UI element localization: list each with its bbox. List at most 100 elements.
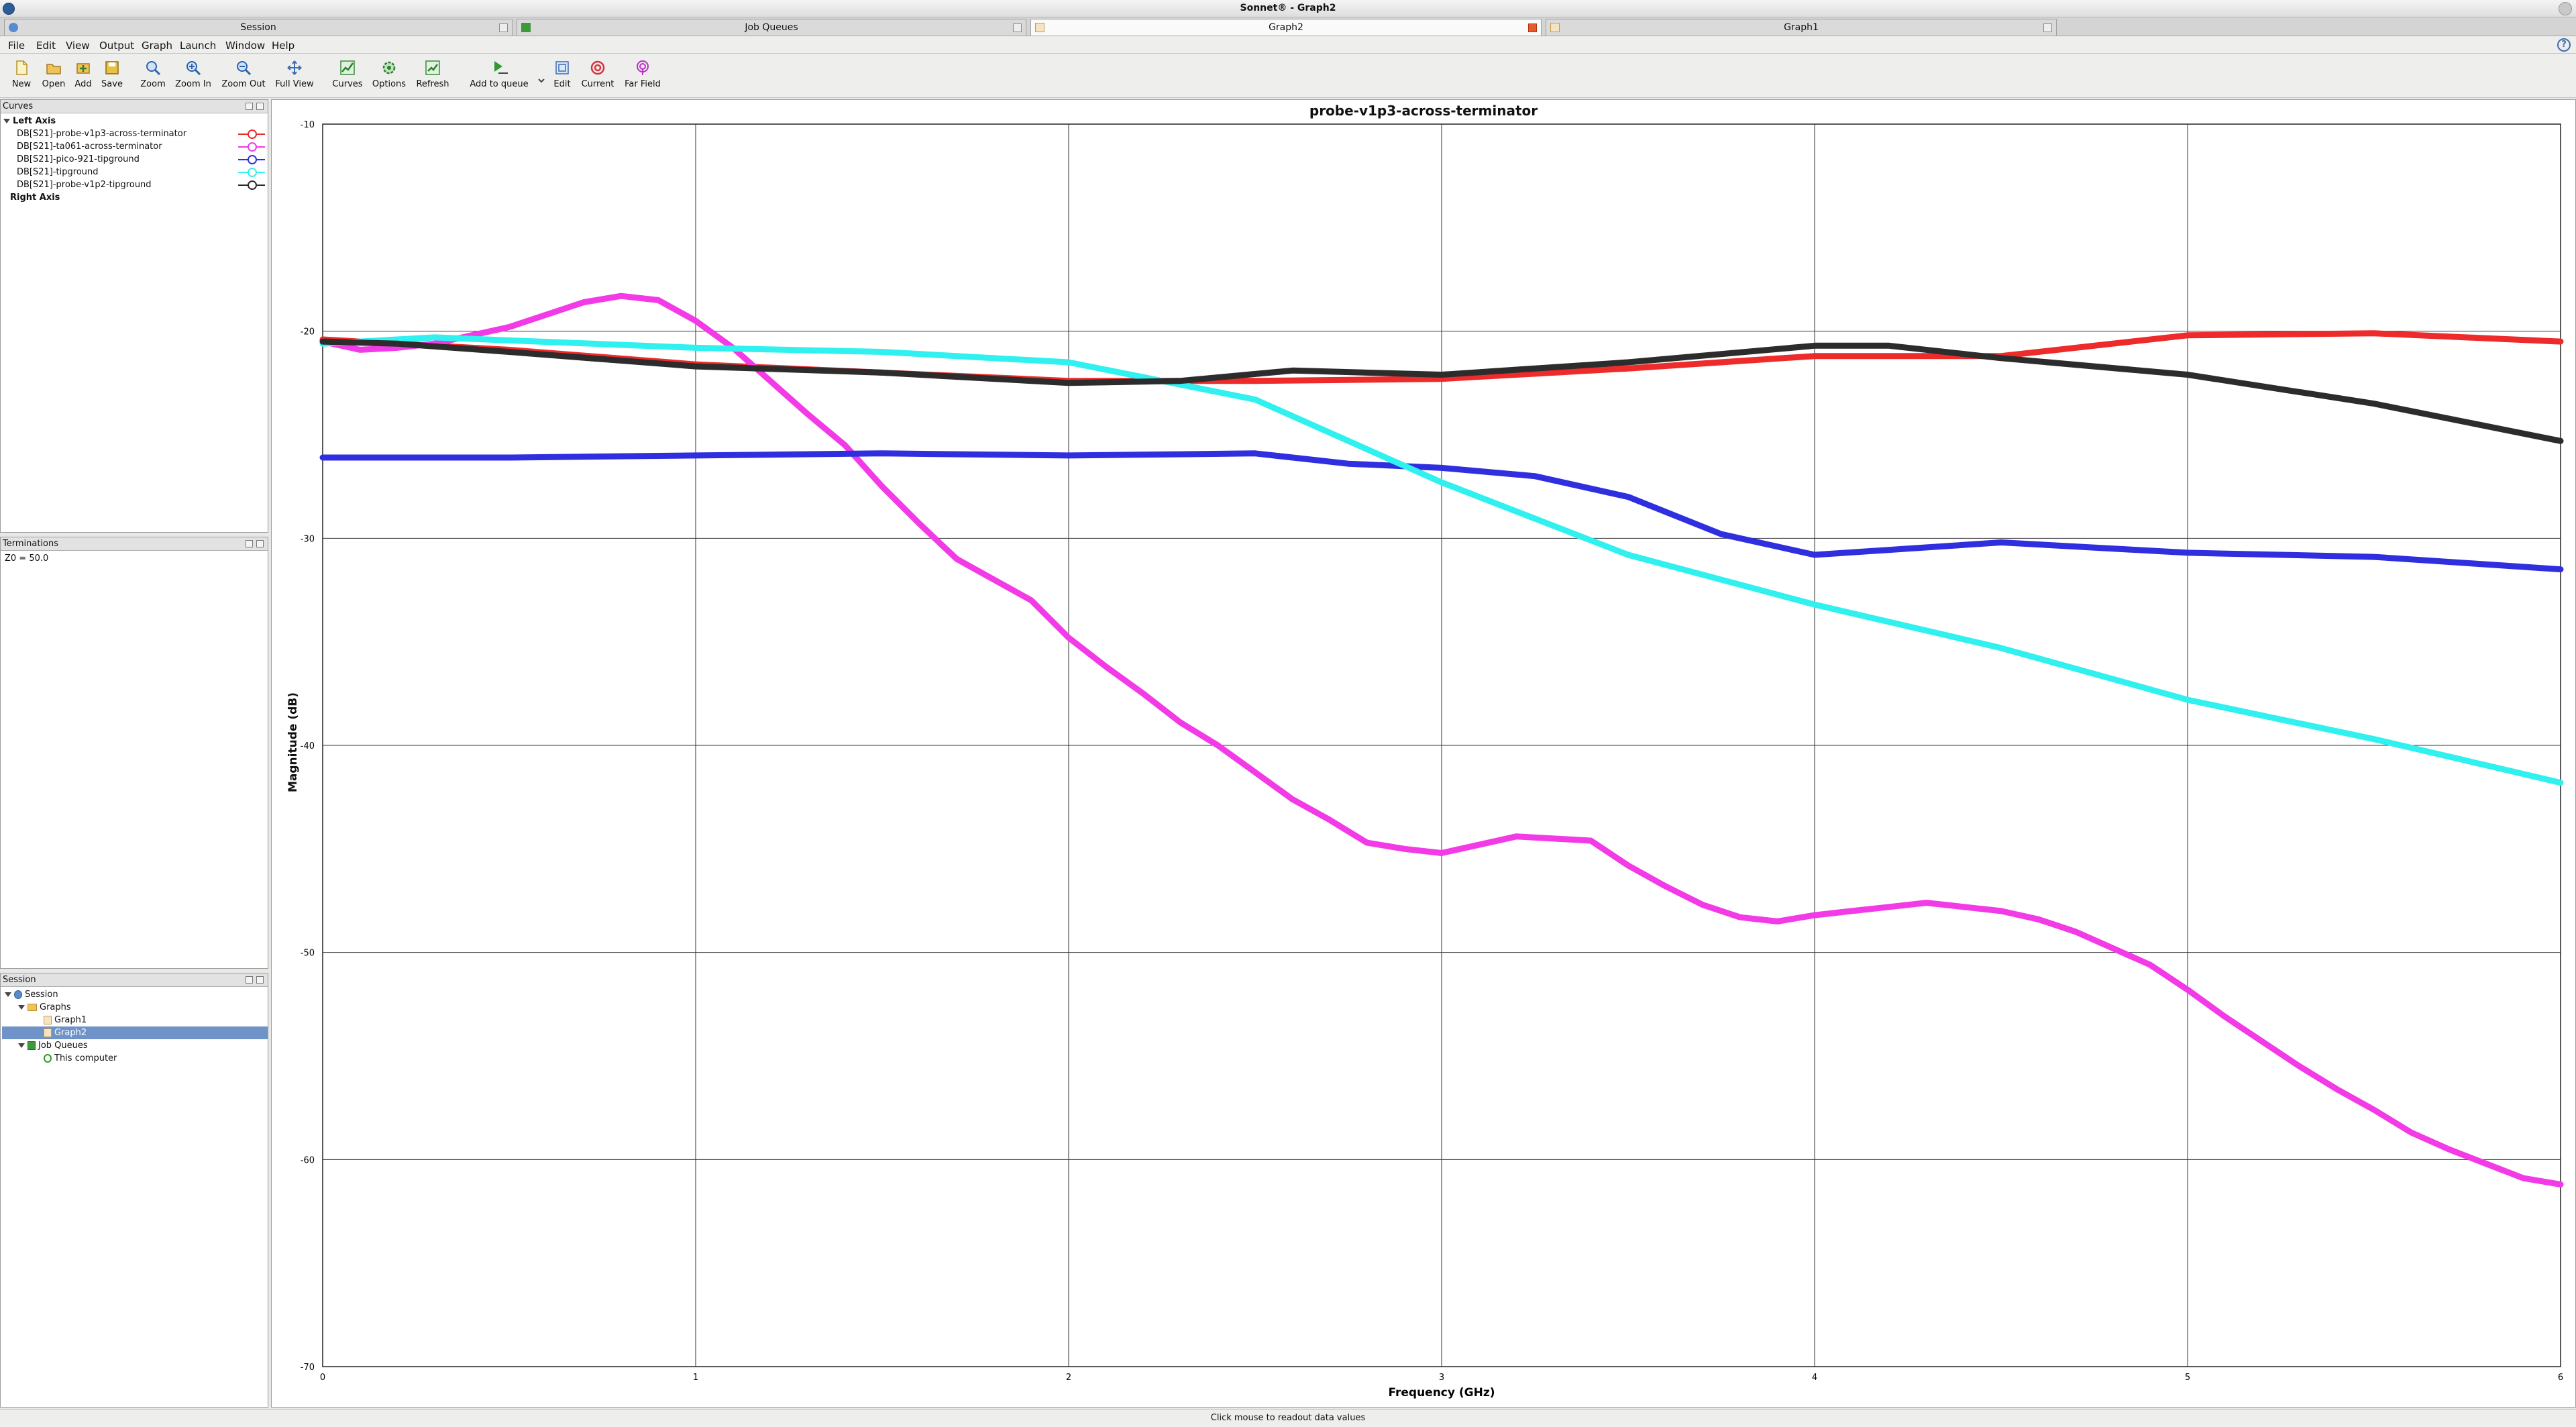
panel-close-icon[interactable] <box>256 540 264 547</box>
menu-launch[interactable]: Launch <box>180 40 216 52</box>
curve-item[interactable]: DB[S21]-probe-v1p2-tipground <box>17 178 265 191</box>
graph-doc-icon <box>1035 23 1044 32</box>
tree-node-graph2[interactable]: Graph2 <box>2 1026 268 1039</box>
tree-node-graph1[interactable]: Graph1 <box>44 1014 87 1026</box>
open-folder-icon <box>46 64 61 74</box>
tab-graph1[interactable]: Graph1 <box>1546 19 2057 36</box>
save-icon <box>105 61 119 74</box>
right-axis-node[interactable]: Right Axis <box>10 191 60 204</box>
terminations-panel-title: Terminations <box>3 539 59 549</box>
expand-icon[interactable] <box>18 1043 25 1048</box>
plot-area[interactable]: -10-20-30-40-50-60-70 0123456 Frequency … <box>272 100 2576 1408</box>
termination-value: Z0 = 50.0 <box>5 553 49 564</box>
zoom-in-icon <box>186 61 201 76</box>
panel-close-icon[interactable] <box>256 976 264 984</box>
session-node-label: Session <box>25 990 58 1000</box>
edit-button[interactable]: Edit <box>549 59 576 97</box>
menu-output[interactable]: Output <box>99 40 134 52</box>
panel-float-icon[interactable] <box>246 976 253 984</box>
curve-item[interactable]: DB[S21]-pico-921-tipground <box>17 153 265 166</box>
close-icon[interactable] <box>499 23 508 32</box>
current-button[interactable]: Current <box>578 59 617 97</box>
x-tick-label: 1 <box>693 1373 698 1383</box>
tab-graph2[interactable]: Graph2 <box>1030 19 1542 36</box>
add-label: Add <box>74 79 92 89</box>
add-to-queue-dropdown[interactable] <box>535 59 547 97</box>
session-panel: Session Session Graphs Graph1 Graph2 Job… <box>0 973 268 1408</box>
expand-icon[interactable] <box>18 1005 25 1010</box>
x-tick-label: 5 <box>2185 1373 2190 1383</box>
menu-help[interactable]: Help <box>272 40 294 52</box>
tab-job-queues[interactable]: Job Queues <box>517 19 1026 36</box>
terminations-body: Z0 = 50.0 <box>1 551 268 968</box>
help-icon[interactable]: ? <box>2557 38 2571 52</box>
window-control-button[interactable] <box>2559 2 2572 15</box>
panel-close-icon[interactable] <box>256 103 264 110</box>
curves-tree: Left Axis DB[S21]-probe-v1p3-across-term… <box>1 113 268 532</box>
chevron-down-icon <box>538 78 545 83</box>
sonnet-window: Sonnet® - Graph2 Session Job Queues Grap… <box>0 0 2576 1427</box>
graph-panel[interactable]: probe-v1p3-across-terminator -10 -20 -30 -4… <box>271 99 2576 1408</box>
curve-item[interactable]: DB[S21]-tipground <box>17 166 265 178</box>
curves-label: Curves <box>332 79 363 89</box>
graph1-node-label: Graph1 <box>54 1015 87 1025</box>
add-to-queue-button[interactable]: Add to queue <box>467 59 531 97</box>
new-label: New <box>11 79 32 89</box>
menu-window[interactable]: Window <box>225 40 265 52</box>
expand-icon[interactable] <box>3 119 10 123</box>
tab-label: Graph2 <box>1269 22 1303 33</box>
title-bar: Sonnet® - Graph2 <box>0 0 2576 17</box>
zoom-in-button[interactable]: Zoom In <box>173 59 213 97</box>
new-button[interactable]: New <box>8 59 35 97</box>
tab-session[interactable]: Session <box>4 19 513 36</box>
window-title: Sonnet® - Graph2 <box>1240 3 1336 13</box>
tab-label: Job Queues <box>745 22 798 33</box>
panel-float-icon[interactable] <box>246 103 253 110</box>
zoom-out-button[interactable]: Zoom Out <box>220 59 267 97</box>
curves-button[interactable]: Curves <box>330 59 365 97</box>
menu-view[interactable]: View <box>66 40 90 52</box>
curves-panel-title: Curves <box>3 101 34 111</box>
curves-icon <box>340 60 355 75</box>
close-icon[interactable] <box>1013 23 1022 32</box>
refresh-button[interactable]: Refresh <box>413 59 452 97</box>
job-queue-icon <box>28 1041 36 1050</box>
far-field-label: Far Field <box>625 79 661 89</box>
status-bar: Click mouse to readout data values <box>0 1409 2576 1427</box>
edit-icon <box>555 61 569 74</box>
close-icon[interactable] <box>2043 23 2052 32</box>
options-button[interactable]: Options <box>370 59 408 97</box>
add-button[interactable]: Add <box>71 59 95 97</box>
full-view-label: Full View <box>275 79 314 89</box>
zoom-button[interactable]: Zoom <box>138 59 168 97</box>
session-tree: Session Graphs Graph1 Graph2 Job Queues … <box>1 987 268 1407</box>
status-text: Click mouse to readout data values <box>1210 1413 1366 1423</box>
open-button[interactable]: Open <box>39 59 68 97</box>
tree-node-job-queues[interactable]: Job Queues <box>18 1039 88 1052</box>
curve-legend-swatch <box>238 180 265 190</box>
menu-graph[interactable]: Graph <box>142 40 172 52</box>
terminations-panel: Terminations Z0 = 50.0 <box>0 537 268 969</box>
panel-float-icon[interactable] <box>246 540 253 547</box>
left-axis-node[interactable]: Left Axis <box>3 115 56 127</box>
curve-item[interactable]: DB[S21]-probe-v1p3-across-terminator <box>17 127 265 140</box>
x-tick-label: 3 <box>1439 1373 1444 1383</box>
full-view-button[interactable]: Full View <box>272 59 317 97</box>
expand-icon[interactable] <box>5 992 11 997</box>
menu-file[interactable]: File <box>8 40 25 52</box>
session-icon <box>14 990 22 999</box>
menu-edit[interactable]: Edit <box>36 40 56 52</box>
add-to-queue-label: Add to queue <box>470 79 529 89</box>
job-queues-node-label: Job Queues <box>38 1041 88 1051</box>
play-queue-icon <box>494 61 508 74</box>
close-icon[interactable] <box>1528 23 1537 32</box>
tree-node-this-computer[interactable]: This computer <box>44 1052 117 1065</box>
save-button[interactable]: Save <box>98 59 126 97</box>
x-tick-label: 2 <box>1066 1373 1071 1383</box>
x-axis-label: Frequency (GHz) <box>1388 1386 1495 1399</box>
session-panel-title: Session <box>3 975 36 985</box>
far-field-button[interactable]: Far Field <box>621 59 664 97</box>
curve-item[interactable]: DB[S21]-ta061-across-terminator <box>17 140 265 153</box>
tree-node-session[interactable]: Session <box>5 988 58 1001</box>
tree-node-graphs[interactable]: Graphs <box>18 1001 71 1014</box>
